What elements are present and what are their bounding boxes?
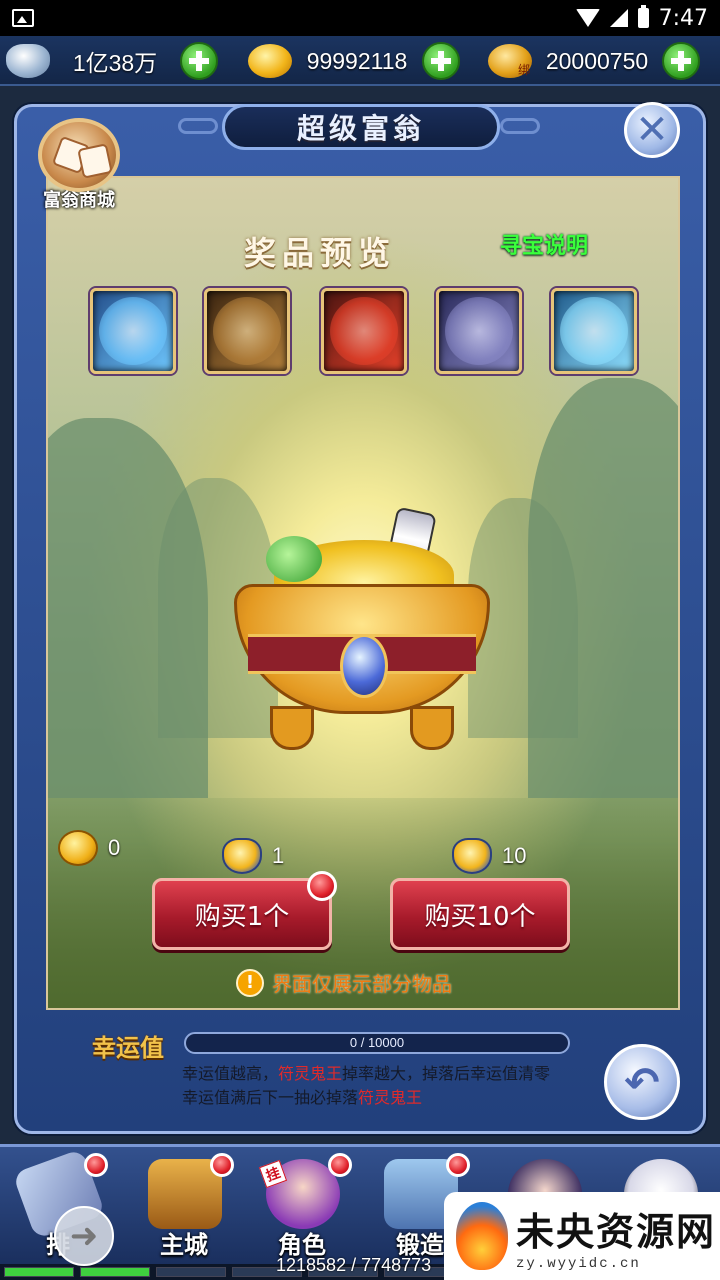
prize-preview-title: 奖品预览 (244, 234, 397, 272)
buy-1-label: 购买1个 (194, 901, 290, 932)
currency-bar: 1亿38万 99992118 绑 20000750 (0, 36, 720, 86)
lamp-count-1: 1 (222, 838, 284, 874)
status-bar: 7:47 (0, 0, 720, 36)
watermark-title: 未央资源网 (516, 1209, 717, 1254)
blue-gem-icon (340, 634, 388, 698)
cauldron-leg (410, 706, 454, 750)
luck-label: 幸运值 (92, 1034, 164, 1062)
earth-dragon-icon (213, 297, 281, 365)
ice-dragon-icon (99, 297, 167, 365)
close-button[interactable]: ✕ (624, 102, 680, 158)
flame-logo-icon (456, 1202, 508, 1270)
prize-slot-ice-dragon[interactable] (90, 288, 176, 374)
site-watermark: 未央资源网 zy.wyyidc.cn (444, 1192, 720, 1280)
panel-title: 超级富翁 (222, 104, 500, 150)
jade-icon (266, 536, 322, 582)
nav-item-main-city[interactable]: 主城 (134, 1153, 234, 1259)
prize-slot-fire-beast[interactable] (321, 288, 407, 374)
add-bound-gold-button[interactable] (662, 42, 700, 80)
battery-icon (637, 5, 649, 28)
notification-dot (446, 1153, 470, 1177)
prize-slot-thunder-beast[interactable] (436, 288, 522, 374)
silver-currency: 1亿38万 (6, 40, 218, 82)
dice-icon (38, 118, 120, 192)
gold-currency: 99992118 (248, 40, 460, 82)
exp-text: 1218582 / 7748773 (276, 1255, 432, 1275)
luck-description-line-2: 幸运值满后下一抽必掉落符灵鬼王 (182, 1084, 422, 1108)
expand-menu-button[interactable]: ➜ (54, 1206, 114, 1266)
luck-desc-2a: 幸运值满后下一抽必掉落 (182, 1088, 359, 1107)
lamp-token-icon (452, 838, 492, 874)
bound-gold-currency: 绑 20000750 (488, 40, 700, 82)
add-silver-button[interactable] (180, 42, 218, 80)
buy-10-label: 购买10个 (424, 901, 536, 932)
coin-count-value: 0 (108, 835, 121, 860)
boss-name: 符灵鬼王 (278, 1064, 343, 1083)
notification-dot (210, 1153, 234, 1177)
watermark-url: zy.wyyidc.cn (516, 1255, 641, 1272)
lamp-count-1-value: 1 (272, 843, 285, 868)
nav-label: 主城 (160, 1231, 208, 1259)
warning-icon: ! (236, 968, 264, 997)
display-notice: ! 界面仅展示部分物品 (236, 968, 452, 997)
frost-spirit-icon (560, 297, 628, 365)
prize-slot-earth-dragon[interactable] (204, 288, 290, 374)
boss-name: 符灵鬼王 (358, 1088, 423, 1107)
luck-progress-bar: 0 / 10000 (184, 1032, 570, 1054)
close-icon: ✕ (635, 107, 669, 153)
exp-segment (4, 1267, 74, 1277)
luck-desc-1a: 幸运值越高， (182, 1064, 279, 1083)
notification-dot (84, 1153, 108, 1177)
add-gold-button[interactable] (422, 42, 460, 80)
notification-dot (328, 1153, 352, 1177)
prize-slot-frost-spirit[interactable] (551, 288, 637, 374)
bound-gold-icon: 绑 (488, 44, 532, 78)
status-indicators: 7:47 (575, 5, 708, 31)
thunder-beast-icon (445, 297, 513, 365)
gold-ingot-icon (248, 44, 292, 78)
gold-coin-icon (58, 830, 98, 866)
rich-shop-button[interactable]: 富翁商城 (34, 118, 124, 214)
luck-progress-text: 0 / 10000 (349, 1035, 405, 1050)
lamp-count-10: 10 (452, 838, 526, 874)
cauldron-leg (270, 706, 314, 750)
treasure-rules-link[interactable]: 寻宝说明 (500, 228, 588, 260)
back-button[interactable]: ↶ (604, 1044, 680, 1120)
signal-icon (609, 9, 628, 27)
title-ornament-left (178, 118, 218, 134)
notification-dot (307, 871, 337, 901)
image-notification-icon (12, 9, 34, 27)
nav-item-character[interactable]: 挂 角色 (252, 1153, 352, 1259)
luck-description-line-1: 幸运值越高，符灵鬼王掉率越大，掉落后幸运值清零 (182, 1060, 550, 1084)
lamp-token-icon (222, 838, 262, 874)
buy-1-button[interactable]: 购买1个 (152, 871, 337, 950)
silver-amount: 1亿38万 (72, 50, 158, 76)
buy-10-button[interactable]: 购买10个 (390, 878, 570, 950)
exp-segment (80, 1267, 150, 1277)
luck-desc-1b: 掉率越大，掉落后幸运值清零 (342, 1064, 551, 1083)
fire-beast-icon (330, 297, 398, 365)
lamp-count-10-value: 10 (502, 843, 527, 868)
coin-count: 0 (58, 830, 120, 866)
status-time: 7:47 (658, 5, 708, 31)
wifi-icon (575, 9, 600, 27)
title-ornament-right (500, 118, 540, 134)
notice-text: 界面仅展示部分物品 (272, 972, 452, 996)
exp-segment (156, 1267, 226, 1277)
bound-mark: 绑 (517, 63, 530, 77)
bound-gold-amount: 20000750 (545, 47, 649, 74)
arrow-right-icon: ➜ (69, 1216, 99, 1256)
return-arrow-icon: ↶ (624, 1057, 660, 1107)
gold-amount: 99992118 (306, 47, 408, 74)
silver-ingot-icon (6, 44, 50, 78)
treasure-cauldron-icon (210, 506, 514, 760)
